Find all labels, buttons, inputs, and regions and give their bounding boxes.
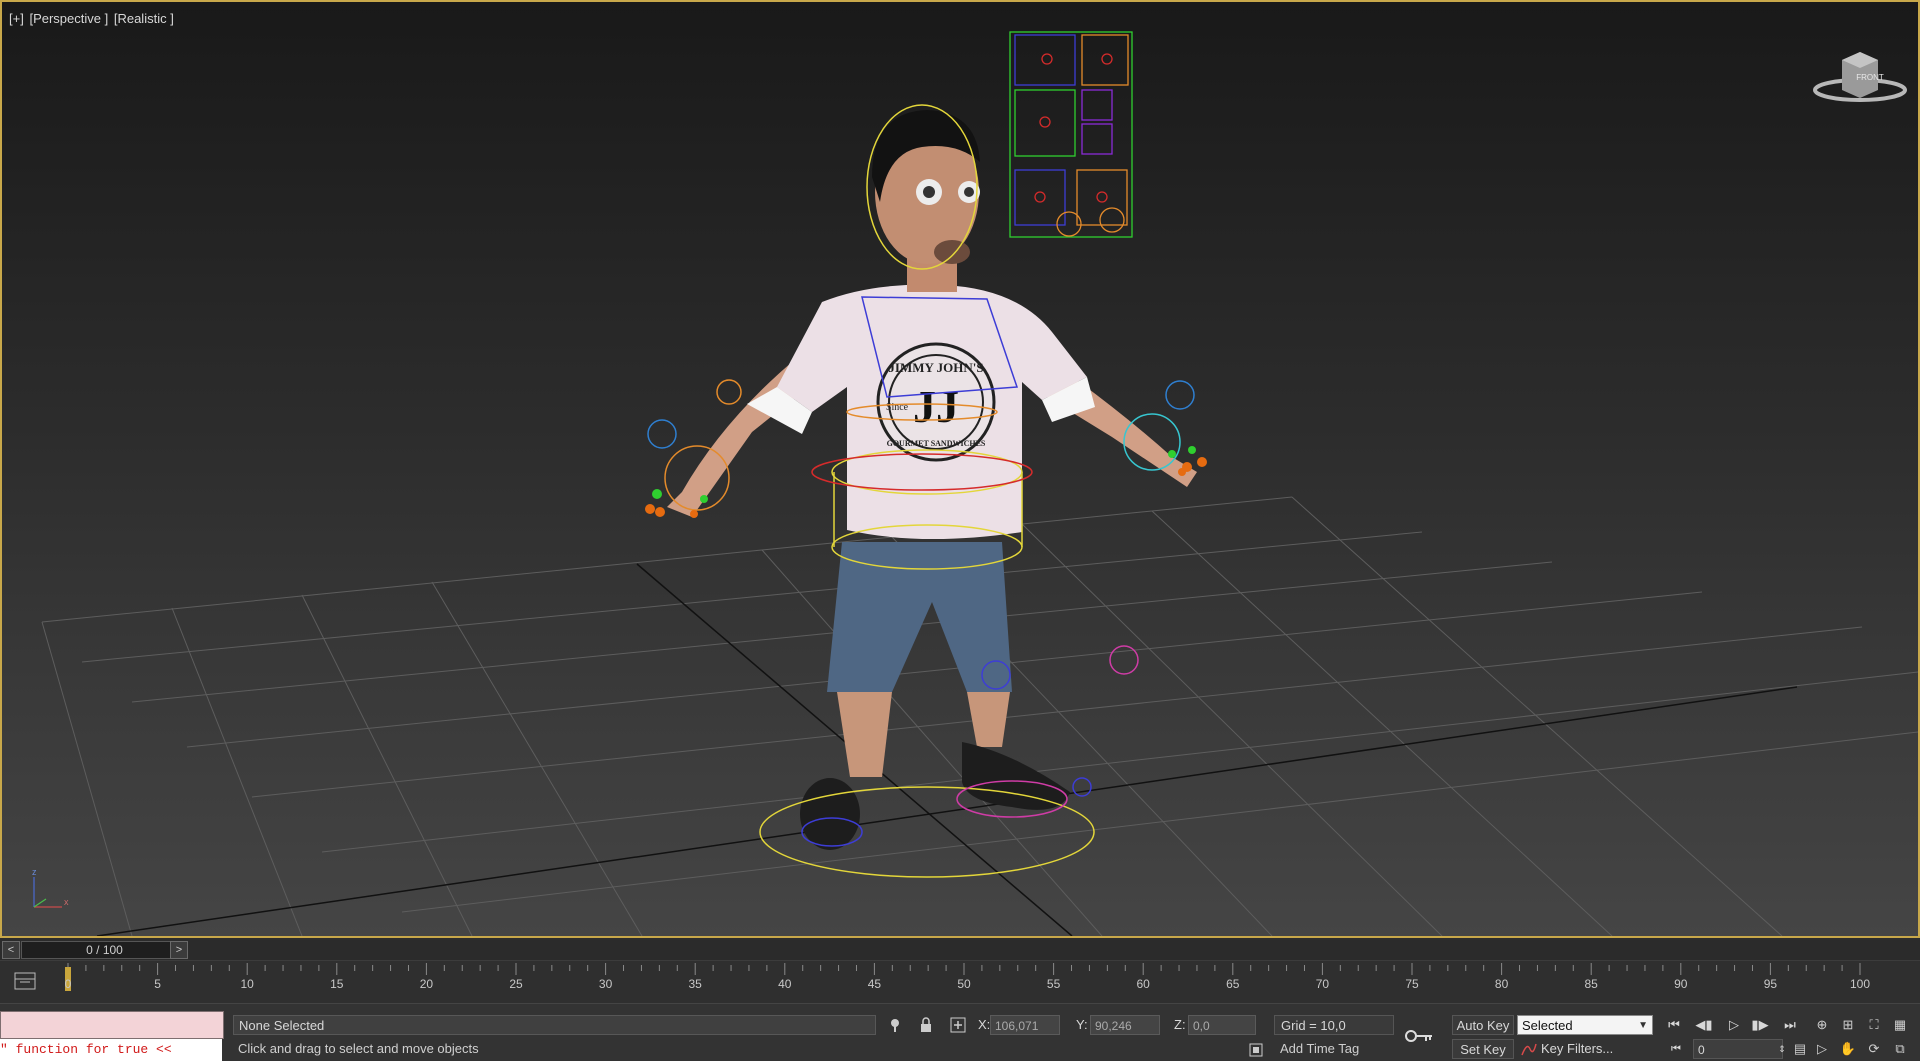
zoom-extents-all-icon[interactable]: ▦ (1890, 1016, 1910, 1034)
go-to-end-icon[interactable]: ⏭ (1778, 1016, 1802, 1034)
selection-status: None Selected (233, 1015, 876, 1035)
trackbar-tick-label: 40 (778, 977, 792, 991)
field-of-view-icon[interactable]: ▷ (1812, 1040, 1832, 1058)
viewcube-face-label: FRONT (1856, 73, 1884, 82)
zoom-extents-icon[interactable]: ⛶ (1864, 1016, 1884, 1034)
axis-tripod-icon: z x (32, 867, 69, 908)
time-config-icon[interactable]: ▤ (1790, 1040, 1810, 1058)
facial-control-board[interactable] (1009, 31, 1133, 238)
shirt-monogram: JJ (913, 381, 959, 432)
key-mode-toggle-icon[interactable]: ⏮ (1664, 1040, 1688, 1058)
next-frame-button[interactable]: > (170, 941, 188, 959)
absolute-mode-icon[interactable] (950, 1017, 966, 1033)
trackbar-tick-label: 0 (64, 977, 72, 991)
time-tag-icon[interactable] (1248, 1042, 1264, 1058)
trackbar-tick-label: 55 (1046, 977, 1061, 991)
trackbar-tick-label: 70 (1315, 977, 1330, 991)
trackbar-tick-label: 45 (867, 977, 882, 991)
curve-editor-icon[interactable] (12, 969, 38, 993)
lock-selection-icon[interactable] (918, 1017, 934, 1033)
play-icon[interactable]: ▷ (1722, 1016, 1746, 1034)
grid-spacing: Grid = 10,0 (1274, 1015, 1394, 1035)
elbow-l-control[interactable] (716, 379, 742, 405)
trackbar-tick-label: 30 (598, 977, 613, 991)
key-filters-button[interactable]: Key Filters... (1517, 1039, 1653, 1059)
trackbar-tick-label: 15 (330, 977, 344, 991)
trackbar-tick-label: 50 (957, 977, 971, 991)
set-keys-key-icon[interactable] (1404, 1026, 1434, 1046)
maximize-viewport-icon[interactable]: ⧉ (1890, 1040, 1910, 1058)
x-coord-field[interactable]: 106,071 (990, 1015, 1060, 1035)
zoom-all-icon[interactable]: ⊞ (1838, 1016, 1858, 1034)
y-coord-label: Y: (1076, 1017, 1088, 1032)
arm-l-fk-control[interactable] (647, 419, 677, 449)
trackbar-tick-label: 95 (1763, 977, 1778, 991)
zoom-icon[interactable]: ⊕ (1812, 1016, 1832, 1034)
go-to-start-icon[interactable]: ⏮ (1662, 1016, 1686, 1034)
pan-view-icon[interactable]: ✋ (1838, 1040, 1858, 1058)
trackbar[interactable]: 0 5 10 15 20 25 30 35 40 45 50 55 60 65 70 75 80 85 90 95 10… (0, 960, 1920, 1003)
trackbar-tick-label: 60 (1136, 977, 1150, 991)
scene-render: JIMMY JOHN'S JJ Since GOURMET SANDWICHES (32, 31, 1918, 936)
trackbar-tick-label: 85 (1584, 977, 1598, 991)
svg-text:z: z (32, 867, 37, 877)
x-coord-label: X: (978, 1017, 991, 1032)
add-time-tag-button[interactable]: Add Time Tag (1274, 1039, 1394, 1059)
trackbar-tick-label: 25 (509, 977, 523, 991)
trackbar-tick-label: 65 (1226, 977, 1240, 991)
trackbar-tick-label: 100 (1849, 977, 1871, 991)
arm-r-fk-control[interactable] (1165, 380, 1195, 410)
trackbar-tick-label: 75 (1405, 977, 1419, 991)
svg-text:x: x (64, 897, 69, 907)
status-bar: " function for true << None Selected Cli… (0, 1003, 1920, 1061)
time-slider-handle[interactable]: 0 / 100 (21, 941, 188, 959)
prev-frame-button[interactable]: < (2, 941, 20, 959)
key-filters-label: Key Filters... (1541, 1041, 1614, 1056)
trackbar-tick-label: 20 (419, 977, 434, 991)
viewcube[interactable]: FRONT (1813, 52, 1907, 102)
trackbar-tick-label: 35 (688, 977, 702, 991)
y-coord-field[interactable]: 90,246 (1090, 1015, 1160, 1035)
trackbar-tick-label: 5 (154, 977, 161, 991)
selection-set-dropdown[interactable]: Selected ▼ (1517, 1015, 1653, 1035)
trackbar-tick-label: 90 (1674, 977, 1688, 991)
orbit-icon[interactable]: ⟳ (1864, 1040, 1884, 1058)
maxscript-listener-input[interactable] (0, 1011, 224, 1039)
next-key-icon[interactable]: ▮▶ (1748, 1016, 1772, 1034)
shirt-bottom-text: GOURMET SANDWICHES (887, 439, 986, 448)
time-slider: < 0 / 100 > (0, 940, 1920, 960)
trackbar-tick-label: 80 (1494, 977, 1509, 991)
character-model[interactable]: JIMMY JOHN'S JJ Since GOURMET SANDWICHES (667, 110, 1197, 850)
isolate-selection-icon[interactable] (887, 1017, 903, 1033)
set-key-button[interactable]: Set Key (1452, 1039, 1514, 1059)
chevron-down-icon: ▼ (1638, 1020, 1648, 1031)
previous-key-icon[interactable]: ◀▮ (1692, 1016, 1716, 1034)
z-coord-label: Z: (1174, 1017, 1186, 1032)
auto-key-button[interactable]: Auto Key (1452, 1015, 1514, 1035)
knee-r-control[interactable] (1109, 645, 1139, 675)
key-mode-curve-icon (1521, 1043, 1537, 1056)
shirt-logo-text: JIMMY JOHN'S (888, 360, 983, 375)
trackbar-tick-labels: 0 5 10 15 20 25 30 35 40 45 50 55 60 65 70 75 80 85 90 95 10… (64, 961, 1870, 1003)
z-coord-field[interactable]: 0,0 (1188, 1015, 1256, 1035)
maxscript-listener-output[interactable]: " function for true << (0, 1039, 222, 1061)
prompt-line: Click and drag to select and move object… (238, 1041, 479, 1056)
trackbar-tick-label: 10 (240, 977, 254, 991)
selection-set-value: Selected (1522, 1018, 1573, 1033)
perspective-viewport[interactable]: [+] [Perspective ] [Realistic ] JIMMY JO… (0, 0, 1920, 938)
